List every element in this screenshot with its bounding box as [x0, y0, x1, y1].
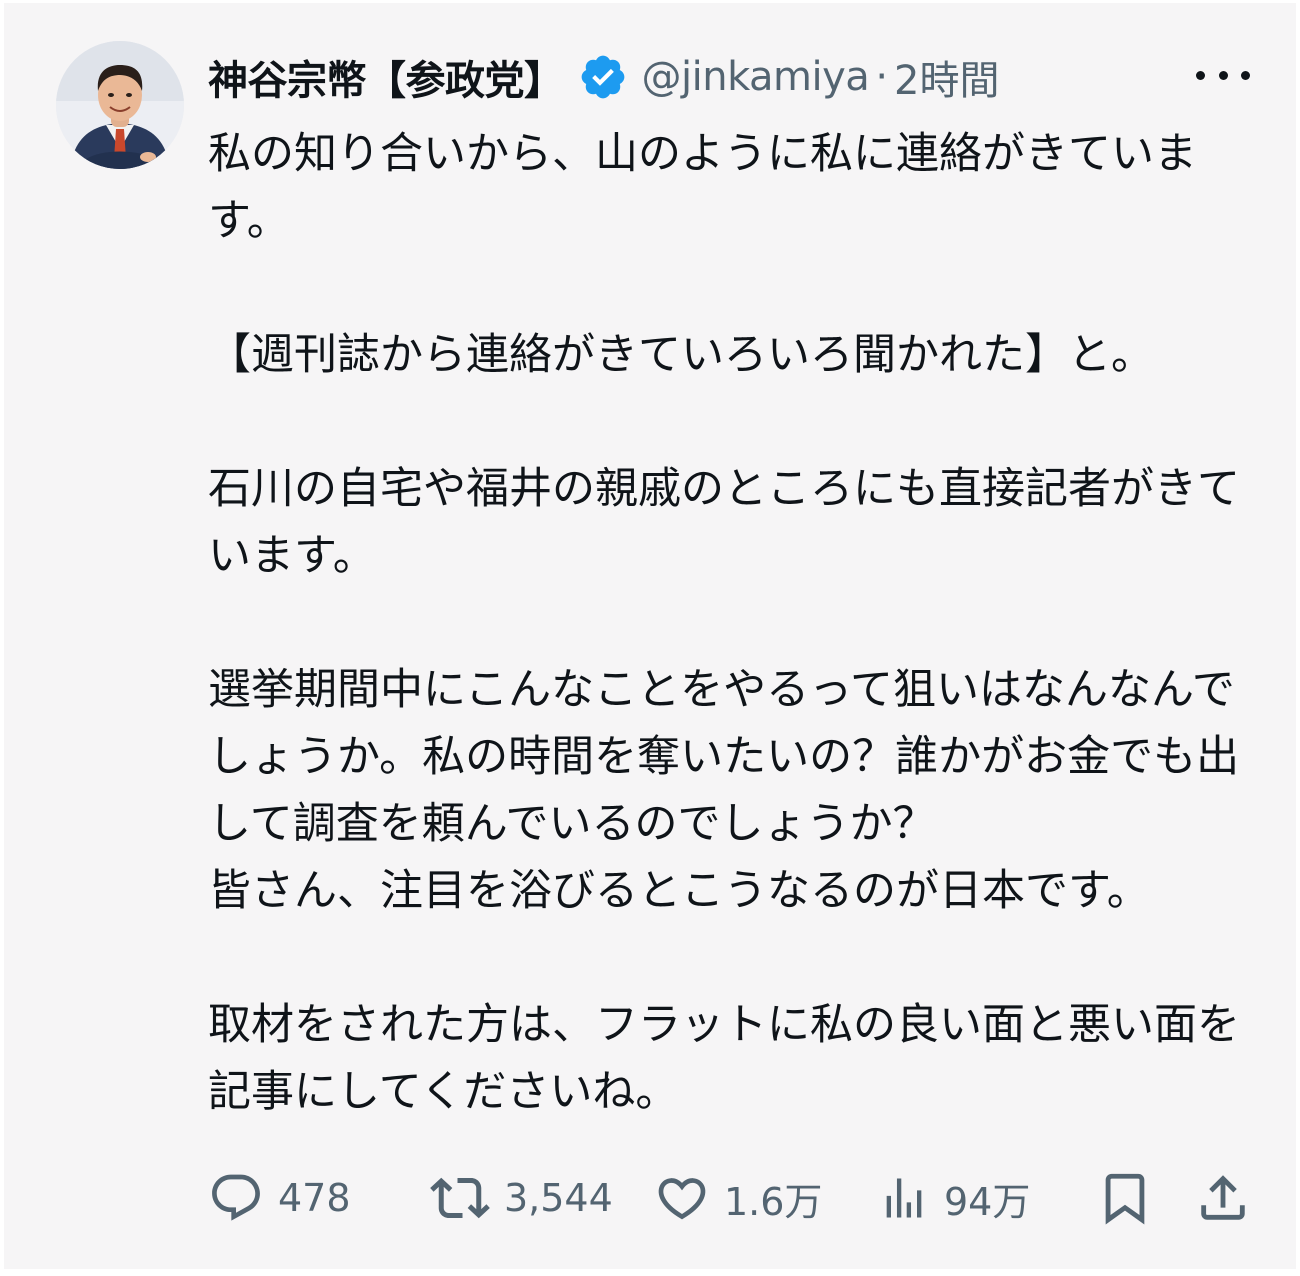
- heart-icon: [654, 1170, 710, 1226]
- bookmark-button[interactable]: [1096, 1167, 1154, 1229]
- retweet-count: 3,544: [504, 1176, 613, 1220]
- tweet-header: 神谷宗幣【参政党】 @jinkamiya · 2時間: [208, 49, 999, 105]
- retweet-icon: [430, 1168, 490, 1228]
- more-dot: [1218, 70, 1228, 80]
- separator-dot: ·: [875, 54, 889, 100]
- reply-button[interactable]: 478: [208, 1167, 351, 1229]
- more-dot: [1241, 70, 1250, 80]
- retweet-button[interactable]: 3,544: [430, 1167, 613, 1229]
- like-count: 1.6万: [724, 1179, 823, 1224]
- tweet-paragraph: 選挙期間中にこんなことをやるって狙いはなんなんでしょうか。私の時間を奪いたいの？…: [208, 665, 1240, 916]
- tweet-text: 私の知り合いから、山のように私に連絡がきています。 【週刊誌から連絡がきていろい…: [208, 121, 1256, 1126]
- avatar-image: [56, 41, 184, 169]
- bookmark-icon: [1096, 1169, 1154, 1227]
- reply-icon: [208, 1170, 264, 1226]
- display-name[interactable]: 神谷宗幣【参政党】: [208, 48, 564, 106]
- more-icon[interactable]: [1196, 55, 1250, 95]
- views-icon: [878, 1172, 930, 1224]
- reply-count: 478: [278, 1176, 351, 1220]
- timestamp[interactable]: 2時間: [894, 48, 999, 106]
- share-icon: [1194, 1169, 1252, 1227]
- user-handle[interactable]: @jinkamiya: [642, 54, 870, 100]
- more-dot: [1196, 70, 1205, 80]
- tweet: 神谷宗幣【参政党】 @jinkamiya · 2時間 私の知り合いから、山のよう…: [4, 3, 1296, 1269]
- tweet-paragraph: 【週刊誌から連絡がきていろいろ聞かれた】と。: [208, 330, 1154, 380]
- action-bar: 478 3,544 1.6万 94万: [208, 1167, 1256, 1229]
- tweet-paragraph: 石川の自宅や福井の親戚のところにも直接記者がきています。: [208, 464, 1240, 581]
- verified-badge-icon[interactable]: [578, 52, 628, 102]
- share-button[interactable]: [1194, 1167, 1252, 1229]
- like-button[interactable]: 1.6万: [654, 1167, 822, 1229]
- tweet-paragraph: 私の知り合いから、山のように私に連絡がきています。: [208, 129, 1197, 246]
- avatar[interactable]: [56, 41, 184, 169]
- tweet-paragraph: 取材をされた方は、フラットに私の良い面と悪い面を記事にしてくださいね。: [208, 1000, 1240, 1117]
- views-count: 94万: [944, 1179, 1031, 1224]
- views-button[interactable]: 94万: [878, 1167, 1030, 1229]
